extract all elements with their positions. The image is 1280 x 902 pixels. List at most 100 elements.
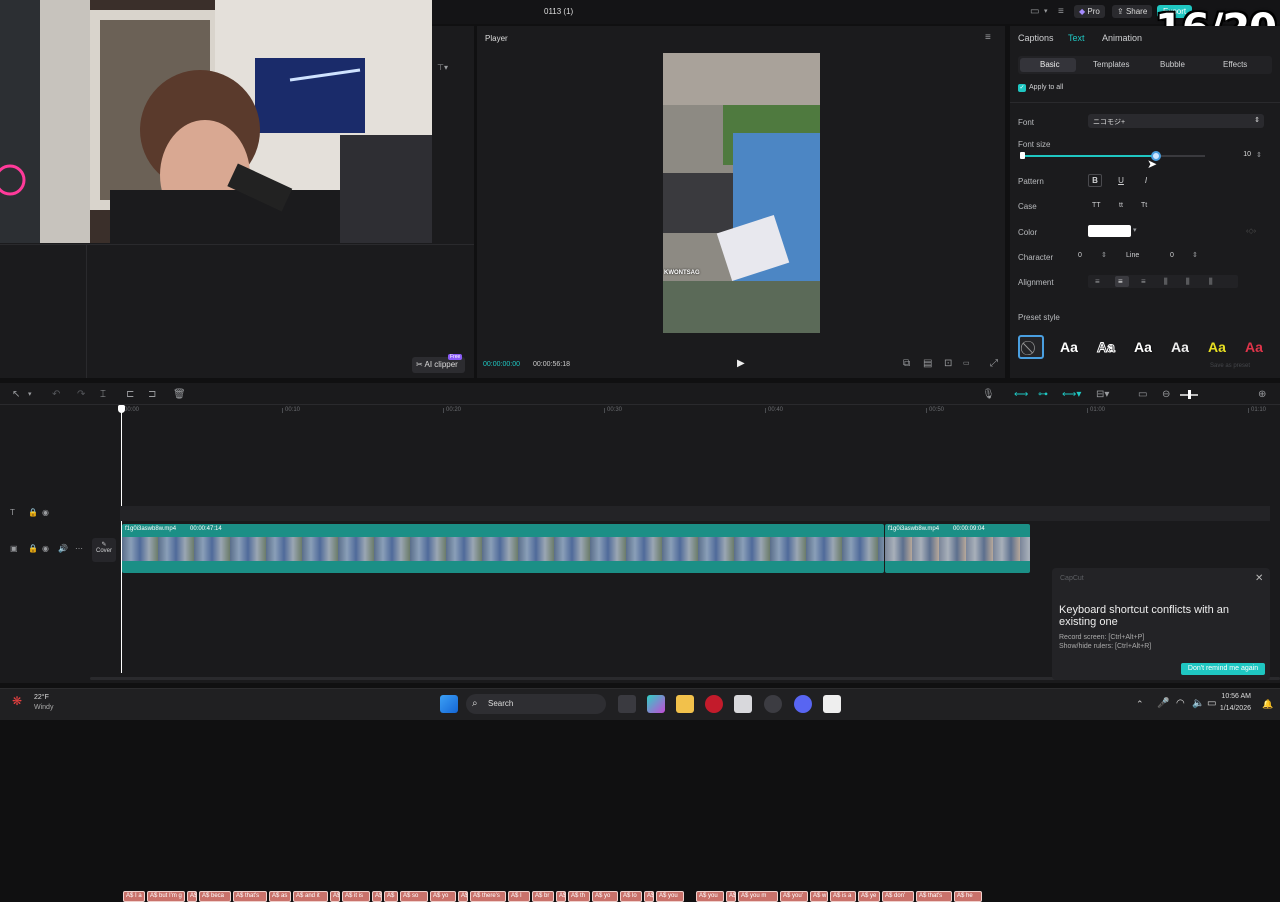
video-clip-2[interactable]: f1g0i3aswb8w.mp4 00:00:09:04 xyxy=(885,524,1030,573)
clock-time[interactable]: 10:56 AM xyxy=(1215,693,1251,700)
chevron-down-icon[interactable]: ▾ xyxy=(1044,7,1048,17)
task-view-icon[interactable] xyxy=(618,695,636,713)
align-vertical-bottom-icon[interactable]: ⫼ xyxy=(1209,277,1213,287)
link-icon[interactable]: ⟷ xyxy=(1014,390,1028,400)
caption-clip[interactable]: A$ that's xyxy=(233,891,267,902)
caption-clip[interactable]: A$ xyxy=(458,891,468,902)
caption-icon[interactable]: ▭ xyxy=(1138,390,1147,400)
caption-clip[interactable]: A$ lo xyxy=(620,891,642,902)
caption-clip[interactable]: A$ so xyxy=(400,891,428,902)
caption-clip[interactable]: A$ don' xyxy=(882,891,914,902)
chevron-down-icon[interactable]: ▾ xyxy=(1133,226,1137,236)
tab-captions[interactable]: Captions xyxy=(1018,33,1054,43)
align-left-icon[interactable]: ≡ xyxy=(1095,277,1100,287)
delete-icon[interactable]: 🗑 xyxy=(173,390,186,400)
time-ruler[interactable]: 00:00 00:10 00:20 00:30 00:40 00:50 01:00 01:10 xyxy=(0,405,1280,417)
case-lower-button[interactable]: tt xyxy=(1119,202,1123,209)
menu-icon[interactable]: ≡ xyxy=(1058,7,1064,17)
subtab-basic[interactable]: Basic xyxy=(1040,60,1060,69)
preset-shadow-swatch[interactable]: Aa xyxy=(1129,337,1157,357)
align-justify-icon[interactable]: ⫼ xyxy=(1164,277,1168,287)
microphone-tray-icon[interactable]: 🎤 xyxy=(1157,698,1169,709)
video-preview[interactable]: KWONTSAG xyxy=(663,53,820,333)
caption-clip[interactable]: A$ that's xyxy=(916,891,952,902)
underline-button[interactable]: U xyxy=(1114,174,1128,187)
caption-clip[interactable]: A$ I a xyxy=(123,891,145,902)
chevron-up-icon[interactable]: ⌃ xyxy=(1136,699,1144,710)
taskbar-search[interactable]: ⌕ Search xyxy=(466,694,606,714)
caption-clip[interactable]: A$ xyxy=(556,891,566,902)
filter-icon[interactable]: ⊤▾ xyxy=(437,63,448,73)
caption-clip[interactable]: A$ xyxy=(726,891,736,902)
play-icon[interactable]: ▶ xyxy=(737,359,745,369)
layout-icon[interactable]: ▭ xyxy=(1030,7,1039,17)
align-vertical-icon[interactable]: ⫼ xyxy=(1186,277,1190,287)
tab-text[interactable]: Text xyxy=(1068,33,1085,43)
caption-clip[interactable]: A$ as xyxy=(269,891,291,902)
slider-min-handle[interactable] xyxy=(1020,152,1025,159)
copilot-icon[interactable] xyxy=(647,695,665,713)
italic-button[interactable]: I xyxy=(1139,174,1153,187)
store-icon[interactable] xyxy=(734,695,752,713)
chevron-down-icon[interactable]: ▾ xyxy=(28,390,32,400)
lock-icon[interactable]: 🔒 xyxy=(28,508,38,518)
split-right-icon[interactable]: ⊐ xyxy=(148,390,156,400)
cover-button[interactable]: ✎ Cover xyxy=(92,538,116,562)
volume-icon[interactable]: 🔈 xyxy=(1192,698,1204,709)
subtab-bubble[interactable]: Bubble xyxy=(1160,60,1185,69)
apply-all-checkbox[interactable]: ✓ xyxy=(1018,84,1026,92)
align-right-icon[interactable]: ≡ xyxy=(1141,277,1146,287)
dont-remind-button[interactable]: Don't remind me again xyxy=(1181,663,1265,675)
preview-axis-icon[interactable]: ⊟▾ xyxy=(1096,390,1109,400)
menu-icon[interactable]: ≡ xyxy=(985,33,991,43)
file-explorer-icon[interactable] xyxy=(676,695,694,713)
close-icon[interactable]: ✕ xyxy=(1255,573,1263,584)
fullscreen-icon[interactable]: ⤢ xyxy=(990,359,998,369)
wifi-icon[interactable]: ◠ xyxy=(1176,698,1185,709)
fit-icon[interactable]: ⊡ xyxy=(944,359,952,369)
share-button[interactable]: ⇪ Share xyxy=(1112,5,1153,18)
audio-icon[interactable]: 🔊 xyxy=(58,544,68,554)
bold-button[interactable]: B xyxy=(1088,174,1102,187)
preset-outline-swatch[interactable]: Aa xyxy=(1092,337,1120,357)
snap-icon[interactable]: ⟷▾ xyxy=(1062,390,1081,400)
font-select[interactable]: ニコモジ+ ⇕ xyxy=(1088,114,1264,128)
preset-gray-swatch[interactable]: Aa xyxy=(1166,337,1194,357)
caption-clip[interactable]: A$ you' xyxy=(780,891,808,902)
redo-icon[interactable]: ↷ xyxy=(77,390,85,400)
caption-clip[interactable]: A$ he xyxy=(954,891,982,902)
fit-timeline-icon[interactable]: ⊕ xyxy=(1258,390,1266,400)
caption-clip[interactable]: A$ w xyxy=(810,891,828,902)
select-tool-icon[interactable]: ↖ xyxy=(12,390,20,400)
capcut-icon[interactable] xyxy=(823,695,841,713)
playhead-handle[interactable] xyxy=(118,405,125,413)
caption-clip[interactable]: A$ is a xyxy=(830,891,856,902)
caption-clip[interactable]: A$ xyxy=(644,891,654,902)
caption-clip[interactable]: A$ br xyxy=(532,891,554,902)
zoom-out-icon[interactable]: ⊖ xyxy=(1162,390,1170,400)
eye-icon[interactable]: ◉ xyxy=(42,544,49,554)
stepper-icon[interactable]: ⇕ xyxy=(1256,151,1262,161)
caption-clip[interactable]: A$ yo xyxy=(592,891,618,902)
caption-clip[interactable]: A$ xyxy=(187,891,197,902)
split-left-icon[interactable]: ⊏ xyxy=(126,390,134,400)
caption-clip[interactable]: A$ you xyxy=(656,891,684,902)
case-upper-button[interactable]: TT xyxy=(1092,202,1101,209)
windows-start-icon[interactable] xyxy=(440,695,458,713)
caption-clip[interactable]: A$ xyxy=(384,891,398,902)
subtab-templates[interactable]: Templates xyxy=(1093,60,1129,69)
undo-icon[interactable]: ↶ xyxy=(52,390,60,400)
obs-icon[interactable] xyxy=(764,695,782,713)
color-swatch[interactable] xyxy=(1088,225,1131,237)
caption-clip[interactable]: A$ you m xyxy=(738,891,778,902)
caption-clip[interactable]: A$ but I'm g xyxy=(147,891,185,902)
keyframe-icon[interactable]: ‹◇› xyxy=(1246,227,1256,237)
discord-icon[interactable] xyxy=(794,695,812,713)
caption-clip[interactable]: A$ beca xyxy=(199,891,231,902)
lock-icon[interactable]: 🔒 xyxy=(28,544,38,554)
font-size-slider[interactable] xyxy=(1022,155,1205,157)
caption-clip[interactable]: A$ xyxy=(372,891,382,902)
preset-none-swatch[interactable]: ⃠ xyxy=(1018,335,1044,359)
stepper-icon[interactable]: ⇕ xyxy=(1101,251,1107,261)
align-center-icon[interactable]: ≡ xyxy=(1118,277,1123,287)
